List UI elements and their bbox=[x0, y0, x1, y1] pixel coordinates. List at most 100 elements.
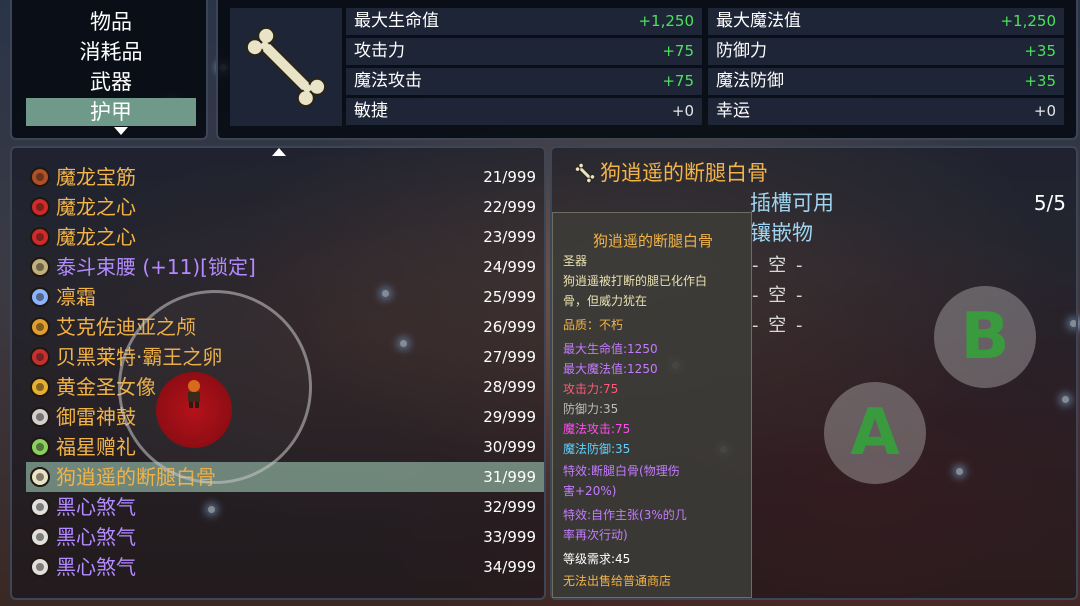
gift-icon bbox=[28, 435, 52, 459]
player-character-icon bbox=[188, 380, 200, 408]
tooltip-line: 率再次行动) bbox=[563, 528, 628, 542]
heart-icon bbox=[28, 225, 52, 249]
a-button[interactable]: A bbox=[824, 382, 926, 484]
item-name: 泰斗束腰 (+11)[锁定] bbox=[56, 255, 256, 279]
bowl-icon bbox=[28, 495, 52, 519]
scroll-up-arrow-icon[interactable] bbox=[272, 148, 286, 156]
item-name: 魔龙之心 bbox=[56, 195, 136, 219]
tooltip-line: 品质：不朽 bbox=[563, 318, 624, 332]
tooltip-line: 圣器 bbox=[563, 254, 588, 268]
gem-slot-2[interactable]: - 空 - bbox=[752, 282, 804, 310]
item-name: 魔龙宝筋 bbox=[56, 165, 136, 189]
item-row[interactable]: 狗逍遥的断腿白骨 31/999 bbox=[26, 462, 544, 492]
tooltip-line: 防御力:35 bbox=[563, 402, 619, 416]
slots-available-value: 5/5 bbox=[1033, 191, 1066, 215]
item-row[interactable]: 魔龙之心 22/999 bbox=[26, 192, 544, 222]
stat-attack: 攻击力 +75 bbox=[346, 38, 702, 65]
category-weapons[interactable]: 武器 bbox=[26, 68, 196, 96]
item-tooltip: 狗逍遥的断腿白骨 圣器 狗逍遥被打断的腿已化作白 骨，但威力犹在 品质：不朽 最大生命值… bbox=[552, 212, 752, 598]
item-count: 29/999 bbox=[483, 408, 536, 426]
bone-icon bbox=[28, 465, 52, 489]
item-count: 32/999 bbox=[483, 498, 536, 516]
stat-luck: 幸运 +0 bbox=[708, 98, 1064, 125]
item-row[interactable]: 黑心煞气 34/999 bbox=[26, 552, 544, 582]
tooltip-line: 魔法攻击:75 bbox=[563, 422, 631, 436]
tooltip-line: 特效:自作主张(3%的几 bbox=[563, 508, 687, 522]
category-consumables[interactable]: 消耗品 bbox=[26, 38, 196, 66]
bone-icon bbox=[574, 162, 596, 184]
category-armor[interactable]: 护甲 bbox=[26, 98, 196, 126]
stat-defense: 防御力 +35 bbox=[708, 38, 1064, 65]
stats-panel: 最大生命值 +1,250 最大魔法值 +1,250 攻击力 +75 防御力 +3… bbox=[216, 0, 1078, 140]
item-count: 23/999 bbox=[483, 228, 536, 246]
gem-slot-3[interactable]: - 空 - bbox=[752, 312, 804, 340]
stat-label: 敏捷 bbox=[354, 101, 388, 121]
stat-value: +35 bbox=[1024, 42, 1056, 60]
item-name: 黑心煞气 bbox=[56, 555, 136, 579]
item-count: 25/999 bbox=[483, 288, 536, 306]
item-row[interactable]: 凛霜 25/999 bbox=[26, 282, 544, 312]
item-row[interactable]: 黑心煞气 33/999 bbox=[26, 522, 544, 552]
stat-magic-attack: 魔法攻击 +75 bbox=[346, 68, 702, 95]
stat-label: 幸运 bbox=[716, 101, 750, 121]
skull-icon bbox=[28, 315, 52, 339]
stat-value: +0 bbox=[671, 102, 694, 120]
tooltip-line: 攻击力:75 bbox=[563, 382, 619, 396]
stat-label: 魔法攻击 bbox=[354, 71, 422, 91]
tooltip-line: 最大魔法值:1250 bbox=[563, 362, 658, 376]
tooltip-line: 魔法防御:35 bbox=[563, 442, 631, 456]
stat-value: +75 bbox=[662, 42, 694, 60]
ring-icon bbox=[28, 165, 52, 189]
stat-label: 魔法防御 bbox=[716, 71, 784, 91]
item-count: 28/999 bbox=[483, 378, 536, 396]
egg-icon bbox=[28, 345, 52, 369]
item-count: 22/999 bbox=[483, 198, 536, 216]
statue-icon bbox=[28, 375, 52, 399]
heart-icon bbox=[28, 195, 52, 219]
stat-label: 最大生命值 bbox=[354, 11, 439, 31]
tooltip-line: 骨，但威力犹在 bbox=[563, 294, 648, 308]
a-button-label: A bbox=[850, 396, 900, 470]
item-count: 21/999 bbox=[483, 168, 536, 186]
item-name: 凛霜 bbox=[56, 285, 96, 309]
item-title: 狗逍遥的断腿白骨 bbox=[600, 161, 768, 185]
item-count: 30/999 bbox=[483, 438, 536, 456]
stat-value: +75 bbox=[662, 72, 694, 90]
belt-icon bbox=[28, 255, 52, 279]
item-name: 福星赠礼 bbox=[56, 435, 136, 459]
scroll-down-arrow-icon[interactable] bbox=[114, 127, 128, 135]
bone-icon bbox=[245, 26, 327, 108]
tooltip-line: 特效:断腿白骨(物理伤 bbox=[563, 464, 680, 478]
stat-value: +35 bbox=[1024, 72, 1056, 90]
tooltip-line: 无法出售给普通商店 bbox=[563, 574, 672, 588]
tooltip-line: 最大生命值:1250 bbox=[563, 342, 658, 356]
tooltip-line: 害+20%) bbox=[563, 484, 617, 498]
gem-slot-1[interactable]: - 空 - bbox=[752, 252, 804, 280]
item-row[interactable]: 黑心煞气 32/999 bbox=[26, 492, 544, 522]
stat-agility: 敏捷 +0 bbox=[346, 98, 702, 125]
item-preview bbox=[230, 8, 342, 126]
b-button[interactable]: B bbox=[934, 286, 1036, 388]
stat-value: +1,250 bbox=[638, 12, 694, 30]
drum-icon bbox=[28, 405, 52, 429]
item-count: 26/999 bbox=[483, 318, 536, 336]
slots-available-label: 插槽可用 bbox=[750, 191, 834, 215]
gems-label: 镶嵌物 bbox=[750, 221, 813, 245]
item-row[interactable]: 魔龙宝筋 21/999 bbox=[26, 162, 544, 192]
category-items[interactable]: 物品 bbox=[26, 8, 196, 36]
item-count: 33/999 bbox=[483, 528, 536, 546]
bowl-icon bbox=[28, 525, 52, 549]
item-row[interactable]: 魔龙之心 23/999 bbox=[26, 222, 544, 252]
bowl-icon bbox=[28, 555, 52, 579]
stat-magic-defense: 魔法防御 +35 bbox=[708, 68, 1064, 95]
stat-label: 防御力 bbox=[716, 41, 767, 61]
item-count: 27/999 bbox=[483, 348, 536, 366]
stat-max-mp: 最大魔法值 +1,250 bbox=[708, 8, 1064, 35]
item-count: 24/999 bbox=[483, 258, 536, 276]
stat-max-hp: 最大生命值 +1,250 bbox=[346, 8, 702, 35]
stat-label: 攻击力 bbox=[354, 41, 405, 61]
item-name: 黑心煞气 bbox=[56, 495, 136, 519]
stat-value: +1,250 bbox=[1000, 12, 1056, 30]
item-row[interactable]: 泰斗束腰 (+11)[锁定] 24/999 bbox=[26, 252, 544, 282]
stat-value: +0 bbox=[1033, 102, 1056, 120]
